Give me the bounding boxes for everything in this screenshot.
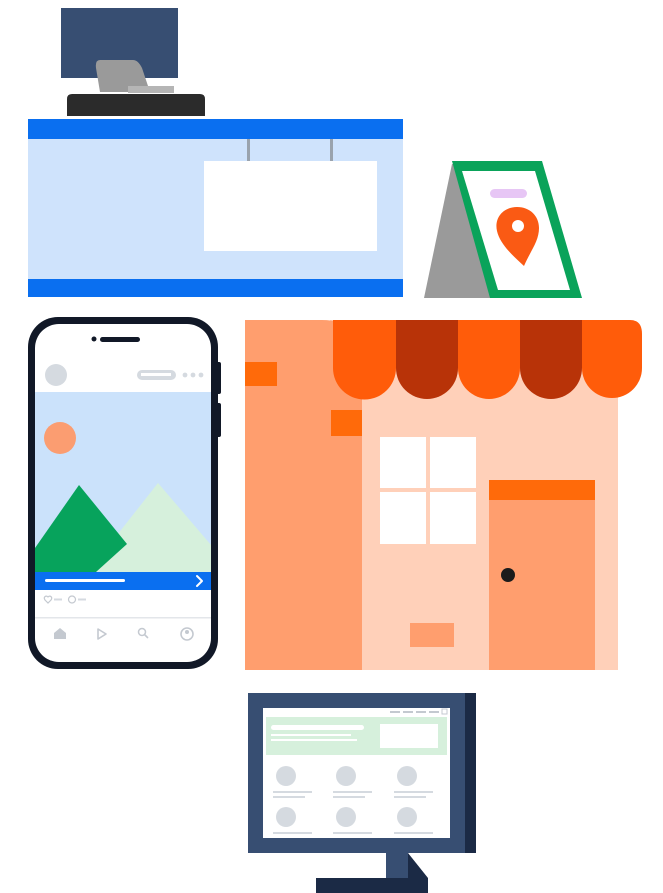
counter-monitor-screen (61, 8, 178, 78)
phone-side-button-top (214, 362, 221, 394)
counter-sign-string-left (247, 139, 250, 161)
desktop-cart-icon[interactable] (441, 708, 448, 715)
store-wall-accent (331, 410, 362, 436)
smartphone (28, 317, 221, 669)
desktop-monitor (248, 693, 476, 893)
desktop-monitor-side (465, 693, 476, 853)
checkout-counter (28, 8, 403, 297)
store-side-building (245, 320, 362, 670)
sign-frame (452, 161, 582, 298)
post-image-sun (44, 422, 76, 454)
store-door-header (489, 480, 595, 500)
storefront (245, 320, 642, 670)
heart-icon[interactable] (43, 595, 53, 604)
chevron-right-icon[interactable] (196, 575, 203, 587)
counter-monitor-stand (95, 60, 150, 92)
post-avatar (45, 364, 67, 386)
sign-face (462, 171, 570, 290)
sign-back-leg (424, 164, 496, 298)
search-icon[interactable] (137, 627, 149, 639)
store-wall-vent (410, 623, 454, 647)
store-door (489, 480, 595, 670)
phone-nav-divider (35, 617, 211, 619)
webpage-hero-button[interactable] (380, 724, 438, 748)
post-image (35, 392, 211, 572)
desktop-monitor-screen (263, 708, 450, 838)
counter-bottom-band (28, 279, 403, 297)
store-wall (330, 320, 618, 670)
sandwich-board-sign (424, 161, 582, 298)
store-window (380, 437, 476, 544)
profile-icon[interactable] (180, 627, 194, 641)
post-cta-label-bar (45, 579, 125, 582)
comment-icon[interactable] (67, 595, 77, 604)
counter-body (28, 139, 403, 279)
store-door-knob (501, 568, 515, 582)
phone-camera (91, 336, 97, 342)
more-dots-icon[interactable] (182, 372, 204, 378)
sign-label-bar (490, 189, 527, 198)
post-username-bar (137, 370, 176, 380)
counter-register-base (67, 94, 205, 116)
phone-screen (35, 324, 211, 662)
counter-hanging-sign (204, 161, 377, 251)
counter-top-band (28, 119, 403, 139)
phone-body (28, 317, 218, 669)
location-pin-icon (496, 207, 539, 266)
play-icon[interactable] (97, 628, 107, 640)
counter-keyboard (128, 86, 174, 93)
store-side-sign (245, 362, 277, 386)
store-awning (333, 320, 642, 400)
post-cta-bar[interactable] (35, 572, 211, 590)
desktop-stand-neck (386, 853, 408, 893)
webpage-product-grid (273, 766, 433, 834)
webpage-hero-banner (266, 717, 447, 755)
post-image-mountain-front (35, 485, 127, 572)
post-image-mountain-back (88, 483, 211, 572)
phone-speaker (100, 337, 140, 342)
phone-side-button-bottom (214, 403, 221, 437)
desktop-stand-base (316, 878, 428, 893)
home-icon[interactable] (54, 628, 66, 639)
counter-sign-string-right (330, 139, 333, 161)
desktop-monitor-frame (248, 693, 465, 853)
